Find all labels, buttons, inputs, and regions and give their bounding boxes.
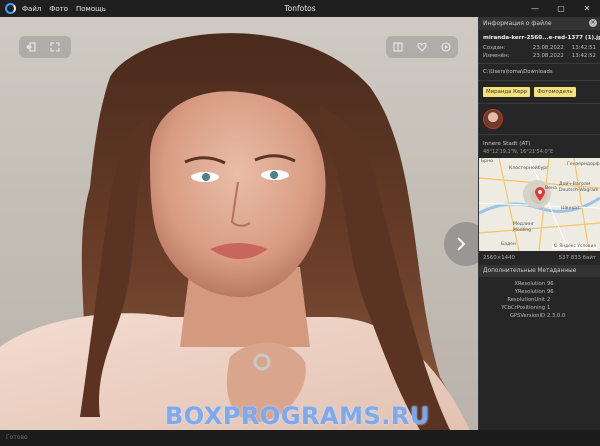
map-label: Гензерндорф xyxy=(567,162,600,167)
created-row: Создан: 23.08.2022 13:42:51 xyxy=(479,44,600,52)
exif-value: 96 xyxy=(547,289,554,295)
play-icon[interactable] xyxy=(434,36,458,58)
right-toolbar xyxy=(386,36,458,58)
created-label: Создан: xyxy=(483,45,506,51)
map-label: Mödling xyxy=(513,228,532,233)
exif-key: ResolutionUnit xyxy=(507,297,545,303)
metadata-header[interactable]: Дополнительные Метаданные xyxy=(479,265,600,277)
exif-value: 2 xyxy=(547,297,551,303)
divider xyxy=(479,63,600,64)
exif-list: XResolution 96 YResolution 96 ResolutionUnit… xyxy=(479,277,600,320)
photo-viewer[interactable]: BOXPROGRAMS.RU xyxy=(0,17,478,430)
map-label: Вена xyxy=(545,186,557,191)
exif-row: YCbCrPositioning 1 xyxy=(479,304,600,312)
created-time: 13:42:51 xyxy=(571,45,596,51)
divider xyxy=(479,80,600,81)
modified-date: 23.08.2022 xyxy=(532,53,564,59)
exif-value: 1 xyxy=(547,305,551,311)
file-path[interactable]: C:\Users\toma\Downloads xyxy=(479,67,600,77)
exif-value: 2.3.0.0 xyxy=(547,313,566,319)
modified-row: Изменён: 23.08.2022 13:42:52 xyxy=(479,52,600,60)
map-graphic xyxy=(479,158,600,251)
face-avatar[interactable] xyxy=(483,109,503,129)
minimize-button[interactable]: — xyxy=(522,0,548,17)
location-name: Innere Stadt (AT) xyxy=(483,141,531,147)
status-bar: Готово xyxy=(0,430,600,446)
close-button[interactable]: ✕ xyxy=(574,0,600,17)
divider xyxy=(479,103,600,104)
panel-header: Информация о файле × xyxy=(479,17,600,30)
exif-key: XResolution xyxy=(514,281,545,287)
map-label: Клостернойбург xyxy=(509,166,549,171)
status-text: Готово xyxy=(6,434,28,441)
maximize-button[interactable]: ▢ xyxy=(548,0,574,17)
exif-key: YResolution xyxy=(514,289,545,295)
modified-time: 13:42:52 xyxy=(571,53,596,59)
close-panel-icon[interactable]: × xyxy=(589,19,597,27)
image-dimensions: 2560×1440 xyxy=(483,255,515,261)
map-label: Deutsch-Wagram xyxy=(559,188,599,193)
faces-row xyxy=(479,107,600,131)
watermark: BOXPROGRAMS.RU xyxy=(165,402,430,430)
menu-file[interactable]: Файл xyxy=(22,5,41,13)
exif-row: XResolution 96 xyxy=(479,280,600,288)
title-bar: Файл Фото Помощь Tonfotos — ▢ ✕ xyxy=(0,0,600,17)
tag-list: Миранда Керр Фотомодель xyxy=(479,84,600,100)
exit-icon[interactable] xyxy=(19,36,43,58)
location-coords: 48°12'19.1"N, 16°21'54.0"E xyxy=(483,149,554,155)
tag-chip[interactable]: Фотомодель xyxy=(534,87,576,97)
exif-value: 96 xyxy=(547,281,554,287)
photo xyxy=(0,33,470,430)
map-label: Баден xyxy=(501,242,516,247)
left-toolbar xyxy=(19,36,71,58)
fullscreen-icon[interactable] xyxy=(43,36,67,58)
heart-icon[interactable] xyxy=(410,36,434,58)
tag-chip[interactable]: Миранда Керр xyxy=(483,87,531,97)
exif-key: GPSVersionID xyxy=(509,313,545,319)
image-info: 2560×1440 537 833 байт xyxy=(479,251,600,265)
map-label: Медлинг xyxy=(513,222,535,227)
menu-help[interactable]: Помощь xyxy=(76,5,106,13)
file-name: miranda-kerr-2560...e-red-1377 (1).jpg xyxy=(483,35,600,41)
location-map[interactable]: Брно Клостернойбург Вена Дойч-Ваграм Deu… xyxy=(479,158,600,251)
map-label: Швехат xyxy=(561,206,580,211)
modified-label: Изменён: xyxy=(483,53,510,59)
file-size: 537 833 байт xyxy=(558,255,596,261)
panel-title: Информация о файле xyxy=(483,20,552,27)
info-panel-icon[interactable] xyxy=(386,36,410,58)
chevron-right-icon xyxy=(457,237,466,251)
file-info-panel: Информация о файле × miranda-kerr-2560..… xyxy=(478,17,600,430)
map-pin-icon xyxy=(535,187,545,201)
menu-photo[interactable]: Фото xyxy=(49,5,68,13)
exif-row: ResolutionUnit 2 xyxy=(479,296,600,304)
map-attribution[interactable]: © Яндекс Условия xyxy=(552,244,597,249)
map-label: Брно xyxy=(481,159,493,164)
exif-row: YResolution 96 xyxy=(479,288,600,296)
app-logo-icon xyxy=(5,3,16,14)
exif-row: GPSVersionID 2.3.0.0 xyxy=(479,312,600,320)
exif-key: YCbCrPositioning xyxy=(501,305,545,311)
created-date: 23.08.2022 xyxy=(532,45,564,51)
divider xyxy=(479,134,600,135)
map-label: Дойч-Ваграм xyxy=(559,182,591,187)
